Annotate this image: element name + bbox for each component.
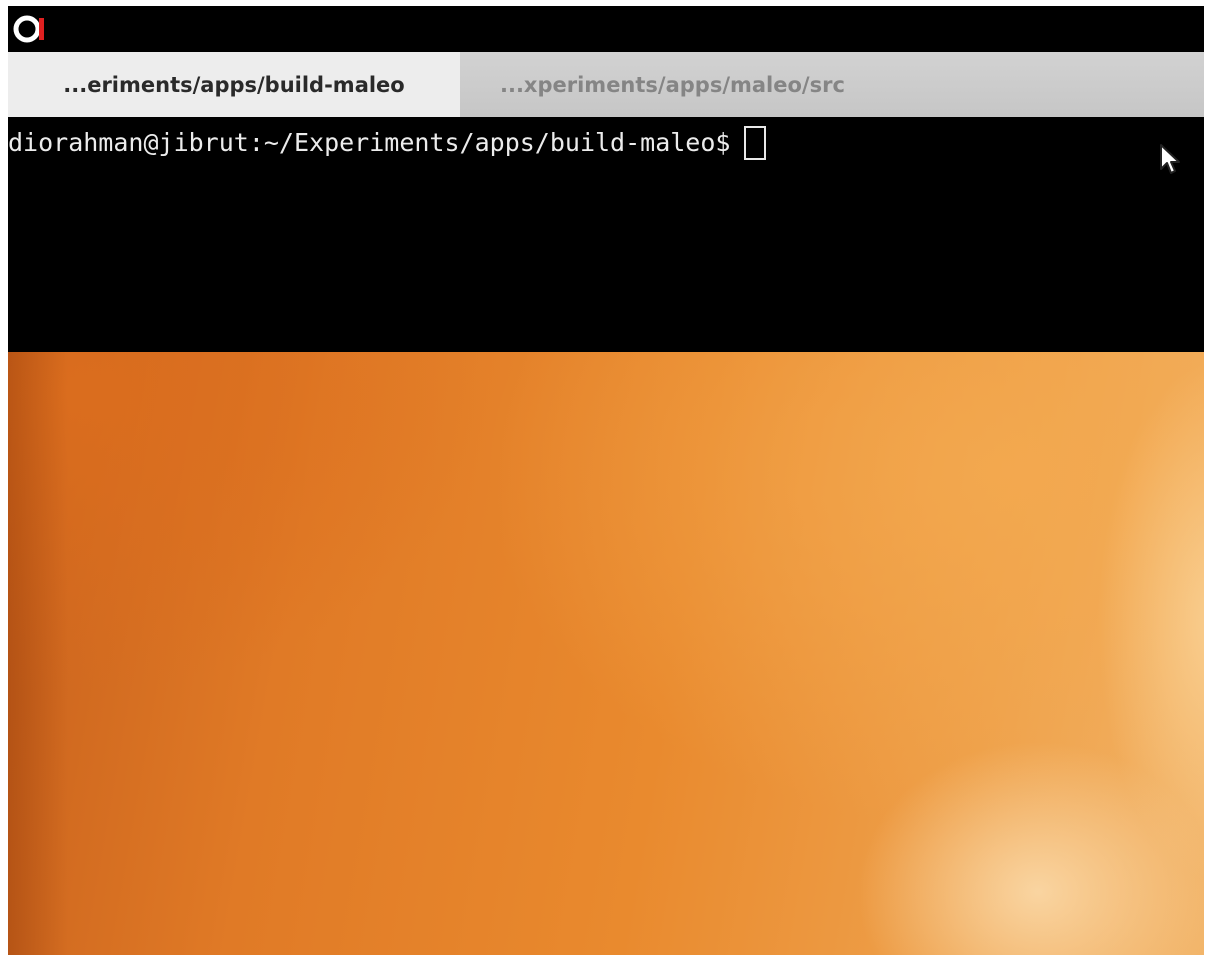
tab-maleo-src[interactable]: ...xperiments/apps/maleo/src — [460, 52, 1204, 117]
prompt-line: diorahman@jibrut:~/Experiments/apps/buil… — [8, 126, 1204, 160]
screen: ...eriments/apps/build-maleo ...xperimen… — [0, 0, 1208, 955]
terminal-tab-bar: ...eriments/apps/build-maleo ...xperimen… — [8, 52, 1204, 117]
screen-left-border — [0, 0, 8, 955]
wallpaper-shade — [8, 352, 68, 955]
screen-right-border — [1204, 0, 1208, 955]
terminal-output[interactable]: diorahman@jibrut:~/Experiments/apps/buil… — [8, 117, 1204, 352]
tab-label: ...xperiments/apps/maleo/src — [500, 72, 845, 97]
shell-prompt: diorahman@jibrut:~/Experiments/apps/buil… — [8, 128, 731, 157]
tab-label: ...eriments/apps/build-maleo — [63, 72, 405, 97]
mouse-pointer-icon — [1160, 144, 1180, 174]
app-logo-icon[interactable] — [12, 12, 46, 46]
text-cursor — [744, 126, 767, 160]
top-panel — [8, 6, 1204, 52]
desktop-wallpaper — [8, 352, 1204, 955]
tab-build-maleo[interactable]: ...eriments/apps/build-maleo — [8, 52, 460, 117]
